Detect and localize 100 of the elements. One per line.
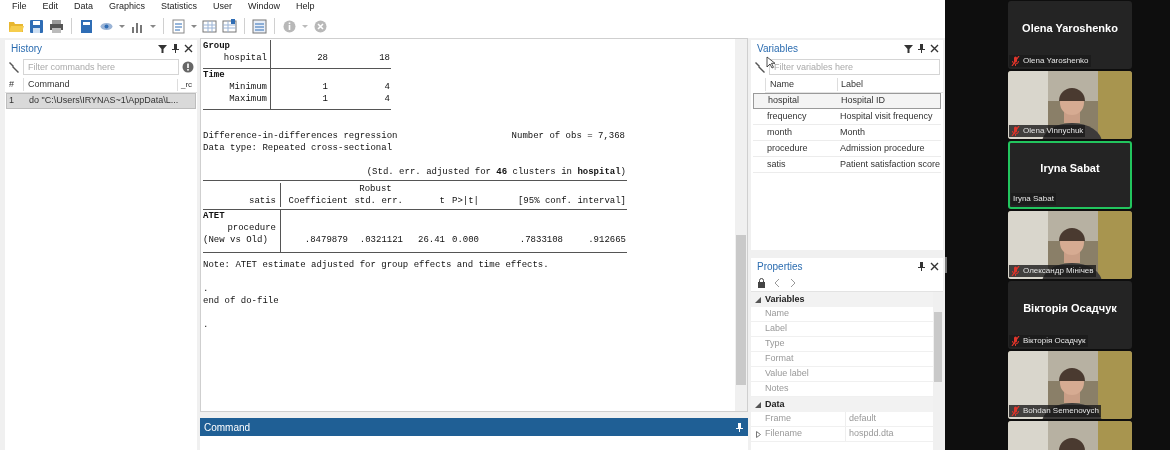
participant-label: Olena Yaroshenko [1023,55,1089,67]
output-text: (Std. err. adjusted for 46 clusters in hospital) [365,166,626,178]
row-label: (New vs Old) [203,234,269,246]
property-name: Notes [765,382,790,396]
property-name: Value label [765,367,810,381]
variable-row[interactable]: month Month [753,125,941,141]
column-header[interactable]: _rc [177,78,197,91]
filter-icon[interactable] [904,43,913,53]
table-value: 1 [321,93,328,105]
column-header[interactable]: Command [23,77,177,92]
section-heading: Group [203,40,231,52]
participant-label: Вікторія Осадчук [1023,335,1086,347]
wrench-icon[interactable] [8,61,20,73]
property-name: Name [765,307,790,321]
scrollbar[interactable] [933,292,943,450]
variable-row[interactable]: satis Patient satisfaction score [753,157,941,173]
property-name: Filename [765,427,803,441]
column-header: t [438,195,445,207]
column-header[interactable]: # [5,77,19,92]
table-value: .0321121 [358,234,403,246]
menu-item[interactable]: Edit [42,0,59,14]
output-text: end of do-file [203,295,280,307]
row-label: Minimum [228,81,268,93]
section-heading: ATET [203,210,226,222]
column-header: Robust [358,183,393,195]
property-name: Format [765,352,795,366]
output-text: Difference-in-differences regression [203,130,398,142]
scrollbar-thumb[interactable] [934,312,942,382]
participant-label: Олександр Мінічев [1023,265,1094,277]
section-heading: Data [765,397,785,411]
property-name: Frame [765,412,792,426]
variable-row[interactable]: hospital Hospital ID [753,93,941,109]
menu-item[interactable]: Help [296,0,315,14]
pin-icon[interactable] [917,261,926,271]
section-heading: Time [203,69,226,81]
close-icon[interactable] [930,43,939,53]
output-text: . [203,283,210,295]
pin-icon[interactable] [735,422,744,432]
table-value: 4 [383,93,390,105]
document-icon[interactable] [78,17,95,35]
panel-title: Properties [757,259,804,274]
alert-icon[interactable] [182,61,194,73]
history-row[interactable]: 1 do "C:\Users\IRYNAS~1\AppData\L... [6,93,196,109]
output-text: . [203,319,210,331]
forward-icon[interactable] [789,277,796,288]
panel-header: Command [200,418,748,436]
pin-icon[interactable] [171,43,180,53]
participant-name: Iryna Sabat [1040,160,1100,176]
menu-item[interactable]: Data [74,0,94,14]
table-value: 4 [383,81,390,93]
property-name: Label [765,322,789,336]
menu-item[interactable]: Graphics [109,0,146,14]
menu-item[interactable]: Statistics [161,0,198,14]
column-header[interactable]: Label [837,77,943,92]
column-header: satis [249,195,276,207]
participant-name: Вікторія Осадчук [1023,300,1117,316]
back-icon[interactable] [774,277,781,288]
participant-label: Olena Vinnychuk [1023,125,1084,137]
participant-label: Iryna Sabat [1013,193,1054,205]
column-header: std. err. [353,195,403,207]
scrollbar-thumb[interactable] [736,235,746,385]
table-value: .8479879 [303,234,348,246]
pin-icon[interactable] [917,43,926,53]
lock-icon[interactable] [757,277,766,288]
expanded-triangle-icon[interactable] [755,401,761,408]
close-icon[interactable] [184,43,193,53]
mouse-cursor-icon [766,56,775,69]
printer-icon[interactable] [48,17,65,35]
table-edit-icon[interactable] [221,17,238,35]
property-value: default [845,412,877,426]
table-value: 1 [321,81,328,93]
output-text: Note: ATET estimate adjusted for group effects and time effects. [203,259,550,271]
row-label: Maximum [228,93,268,105]
output-text: Data type: Repeated cross-sectional [203,142,394,154]
expanded-triangle-icon[interactable] [755,296,761,303]
output-text: Number of obs = 7,368 [511,130,625,142]
table-value: 18 [378,52,390,64]
variable-row[interactable]: frequency Hospital visit frequency [753,109,941,125]
property-value: hospdd.dta [845,427,894,441]
table-value: 28 [316,52,328,64]
close-icon[interactable] [930,261,939,271]
menu-item[interactable]: File [12,0,27,14]
filter-field[interactable]: Filter variables here [769,59,940,75]
variable-row[interactable]: procedure Admission procedure [753,141,941,157]
filter-icon[interactable] [158,43,167,53]
row-label: procedure [226,222,277,234]
column-header: [95% conf. interval] [516,195,626,207]
menu-item[interactable]: Window [248,0,281,14]
panel-title: Variables [757,41,799,56]
resize-handle[interactable] [945,257,947,273]
column-header[interactable]: Name [765,77,837,92]
participant-label: Bohdan Semenovych [1023,405,1100,417]
panel-title: History [11,41,44,56]
save-icon[interactable] [28,17,45,35]
filter-field[interactable]: Filter commands here [23,59,179,75]
menu-item[interactable]: User [213,0,233,14]
scrollbar[interactable] [735,39,747,411]
expand-arrow-icon[interactable] [755,430,761,438]
participant-name: Olena Yaroshenko [1022,20,1118,36]
wrench-icon[interactable] [754,61,766,73]
